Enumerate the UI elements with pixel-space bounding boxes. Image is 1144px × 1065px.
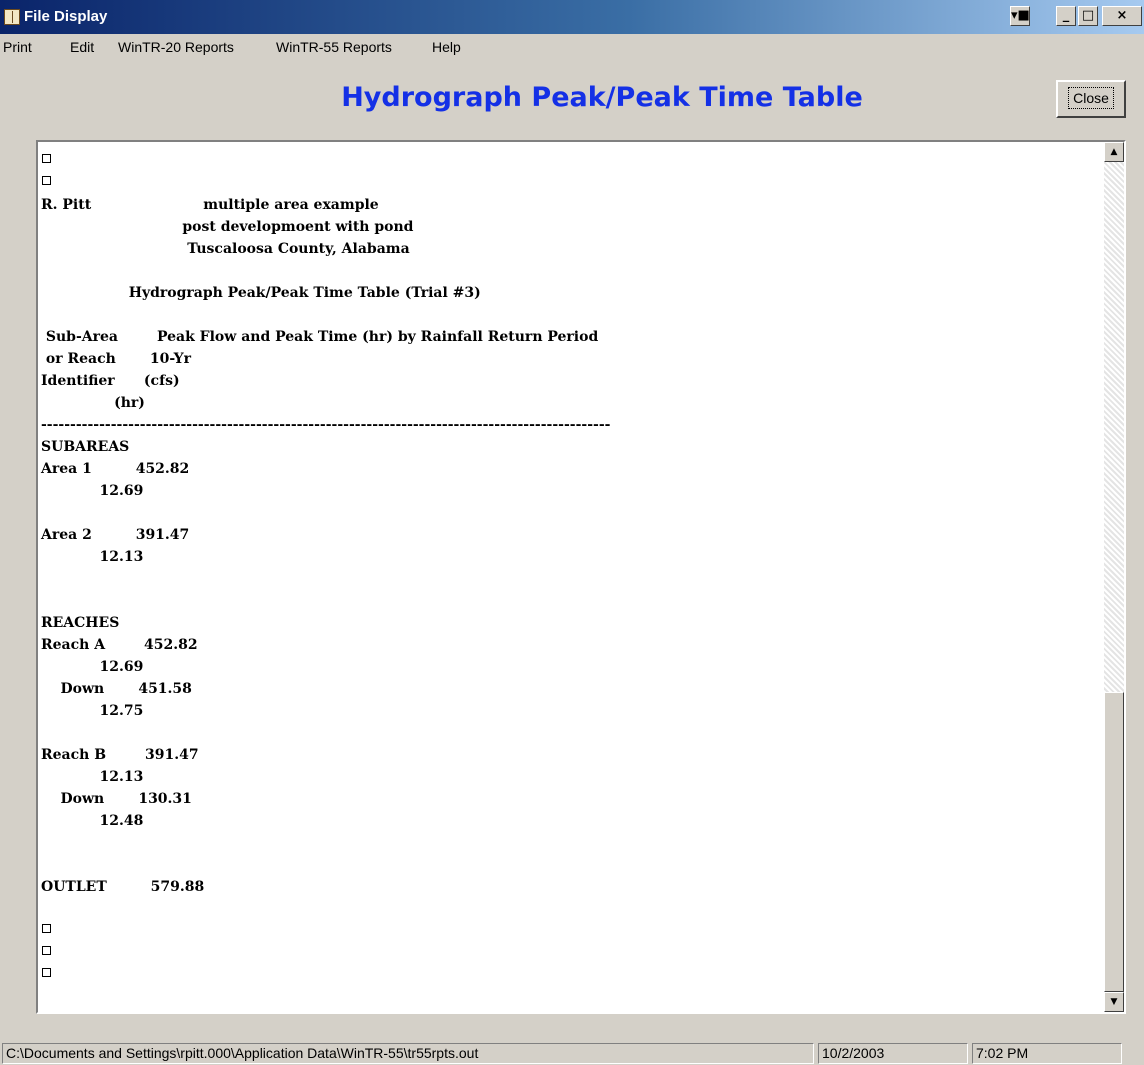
report-line-box xyxy=(41,942,1101,964)
report-line: Down 451.58 xyxy=(41,681,192,697)
minimize-icon[interactable]: _ xyxy=(1056,6,1076,26)
report-line: 12.69 xyxy=(41,483,144,499)
status-time: 7:02 PM xyxy=(972,1043,1122,1064)
report-line xyxy=(41,502,1101,524)
report-line xyxy=(41,854,1101,876)
report-line-box xyxy=(41,172,1101,194)
menu-bar: Print Edit WinTR-20 Reports WinTR-55 Rep… xyxy=(0,34,1144,60)
report-line: Area 1 452.82 xyxy=(41,461,190,477)
report-line: Tuscaloosa County, Alabama xyxy=(41,241,410,257)
report-line: Down 130.31 xyxy=(41,791,192,807)
page-title: Hydrograph Peak/Peak Time Table xyxy=(341,82,863,113)
report-line: REACHES xyxy=(41,615,120,631)
report-line-box xyxy=(41,150,1101,172)
window-title: File Display xyxy=(24,8,108,25)
maximize-icon[interactable]: □ xyxy=(1078,6,1098,26)
report-line: Identifier (cfs) xyxy=(41,373,180,389)
title-bar: File Display ▾■ _ □ × xyxy=(0,0,1144,34)
menu-print[interactable]: Print xyxy=(3,39,32,55)
report-text-area[interactable]: R. Pitt multiple area example post devel… xyxy=(36,140,1126,1014)
report-line: 12.75 xyxy=(41,703,144,719)
box-glyph-icon xyxy=(42,154,51,163)
report-line: post developmoent with pond xyxy=(41,219,414,235)
report-line xyxy=(41,590,1101,612)
report-line xyxy=(41,260,1101,282)
scroll-thumb[interactable] xyxy=(1104,692,1124,992)
report-content: R. Pitt multiple area example post devel… xyxy=(41,150,1101,1000)
book-icon xyxy=(4,9,20,25)
close-icon[interactable]: × xyxy=(1102,6,1142,26)
help-icon[interactable]: ▾■ xyxy=(1010,6,1030,26)
report-line: Area 2 391.47 xyxy=(41,527,190,543)
box-glyph-icon xyxy=(42,924,51,933)
report-line: (hr) xyxy=(41,395,145,411)
report-line-box xyxy=(41,920,1101,942)
report-line xyxy=(41,898,1101,920)
menu-help[interactable]: Help xyxy=(432,39,461,55)
menu-edit[interactable]: Edit xyxy=(70,39,94,55)
box-glyph-icon xyxy=(42,176,51,185)
report-line xyxy=(41,304,1101,326)
report-line: Hydrograph Peak/Peak Time Table (Trial #… xyxy=(41,285,481,301)
report-line xyxy=(41,568,1101,590)
report-line: or Reach 10-Yr xyxy=(41,351,192,367)
report-line-box xyxy=(41,964,1101,986)
vertical-scrollbar[interactable]: ▲ ▼ xyxy=(1104,142,1124,1012)
report-line xyxy=(41,832,1101,854)
menu-wintr55-reports[interactable]: WinTR-55 Reports xyxy=(276,39,392,55)
report-line: 12.48 xyxy=(41,813,144,829)
scroll-down-icon[interactable]: ▼ xyxy=(1104,992,1124,1012)
menu-wintr20-reports[interactable]: WinTR-20 Reports xyxy=(118,39,234,55)
report-line: ----------------------------------------… xyxy=(41,417,611,433)
box-glyph-icon xyxy=(42,946,51,955)
report-line: OUTLET 579.88 xyxy=(41,879,205,895)
status-date: 10/2/2003 xyxy=(818,1043,968,1064)
report-line: 12.13 xyxy=(41,769,144,785)
report-line: R. Pitt multiple area example xyxy=(41,197,379,213)
report-line: 12.13 xyxy=(41,549,144,565)
report-line: 12.69 xyxy=(41,659,144,675)
report-line: Sub-Area Peak Flow and Peak Time (hr) by… xyxy=(41,329,599,345)
close-button[interactable]: Close xyxy=(1056,80,1126,118)
report-line: SUBAREAS xyxy=(41,439,130,455)
status-bar: C:\Documents and Settings\rpitt.000\Appl… xyxy=(0,1042,1144,1065)
report-line xyxy=(41,722,1101,744)
close-button-label: Close xyxy=(1068,87,1114,109)
box-glyph-icon xyxy=(42,968,51,977)
report-line: Reach A 452.82 xyxy=(41,637,198,653)
status-file-path: C:\Documents and Settings\rpitt.000\Appl… xyxy=(2,1043,814,1064)
report-line: Reach B 391.47 xyxy=(41,747,199,763)
scroll-up-icon[interactable]: ▲ xyxy=(1104,142,1124,162)
